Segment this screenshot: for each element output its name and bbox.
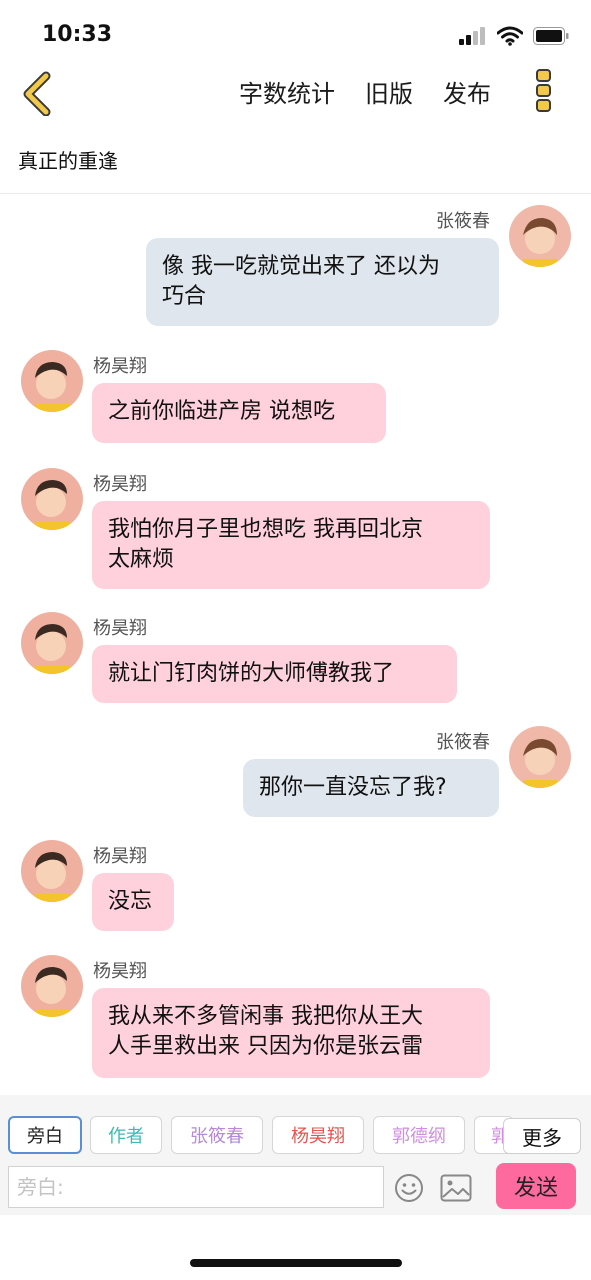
avatar-image: [21, 955, 83, 1017]
status-icons: [459, 26, 569, 46]
role-chip-yang[interactable]: 杨昊翔: [272, 1116, 364, 1154]
sender-name: 杨昊翔: [93, 618, 147, 639]
smiley-icon: [395, 1174, 423, 1202]
role-chip-narrator[interactable]: 旁白: [8, 1116, 82, 1154]
sender-name: 杨昊翔: [93, 961, 147, 982]
image-button[interactable]: [440, 1174, 472, 1202]
back-button[interactable]: [20, 68, 60, 117]
story-title: 真正的重逢: [18, 149, 118, 173]
avatar-yang[interactable]: [21, 350, 83, 412]
status-bar: 10:33: [0, 0, 591, 64]
message-bubble[interactable]: 像 我一吃就觉出来了 还以为 巧合: [146, 238, 499, 326]
avatar-image: [21, 350, 83, 412]
message-input[interactable]: [8, 1166, 384, 1208]
sender-name: 杨昊翔: [93, 356, 147, 377]
avatar-image: [509, 726, 571, 788]
avatar-yang[interactable]: [21, 468, 83, 530]
publish-button[interactable]: 发布: [443, 74, 491, 109]
chevron-left-icon: [23, 71, 51, 117]
role-chip-zhang[interactable]: 张筱春: [171, 1116, 263, 1154]
title-divider: [0, 193, 591, 194]
message-bubble[interactable]: 那你一直没忘了我?: [243, 759, 499, 817]
avatar-image: [21, 840, 83, 902]
message-bubble[interactable]: 我从来不多管闲事 我把你从王大 人手里救出来 只因为你是张云雷: [92, 988, 490, 1078]
send-button[interactable]: 发送: [496, 1163, 576, 1209]
home-indicator: [190, 1259, 402, 1267]
more-menu-button[interactable]: [534, 68, 556, 114]
chat-editor-screen: 10:33 字数统计 旧版 发布 真正的重逢 张筱春 像 我一吃就觉出来了 还以…: [0, 0, 591, 1280]
old-version-button[interactable]: 旧版: [365, 74, 413, 109]
message-bubble[interactable]: 没忘: [92, 873, 174, 931]
avatar-image: [21, 468, 83, 530]
emoji-button[interactable]: [394, 1173, 424, 1203]
nav-actions: 字数统计 旧版 发布: [239, 74, 491, 109]
vertical-dots-icon: [536, 69, 551, 112]
wifi-icon: [497, 26, 523, 46]
message-bubble[interactable]: 我怕你月子里也想吃 我再回北京 太麻烦: [92, 501, 490, 589]
avatar-zhang[interactable]: [509, 726, 571, 788]
sender-name: 杨昊翔: [93, 846, 147, 867]
avatar-image: [509, 205, 571, 267]
avatar-yang[interactable]: [21, 612, 83, 674]
avatar-yang[interactable]: [21, 840, 83, 902]
status-time: 10:33: [42, 22, 113, 47]
avatar-yang[interactable]: [21, 955, 83, 1017]
message-bubble[interactable]: 就让门钉肉饼的大师傅教我了: [92, 645, 457, 703]
word-count-button[interactable]: 字数统计: [239, 74, 335, 109]
role-chip-guo[interactable]: 郭德纲: [373, 1116, 465, 1154]
more-roles-button[interactable]: 更多: [503, 1118, 581, 1154]
cellular-signal-icon: [459, 27, 485, 45]
battery-icon: [533, 27, 569, 45]
avatar-image: [21, 612, 83, 674]
nav-bar: 字数统计 旧版 发布: [0, 64, 591, 120]
role-chip-author[interactable]: 作者: [90, 1116, 162, 1154]
message-bubble[interactable]: 之前你临进产房 说想吃: [92, 383, 386, 443]
sender-name: 张筱春: [436, 211, 490, 232]
sender-name: 杨昊翔: [93, 474, 147, 495]
image-icon: [440, 1174, 472, 1202]
sender-name: 张筱春: [436, 732, 490, 753]
avatar-zhang[interactable]: [509, 205, 571, 267]
